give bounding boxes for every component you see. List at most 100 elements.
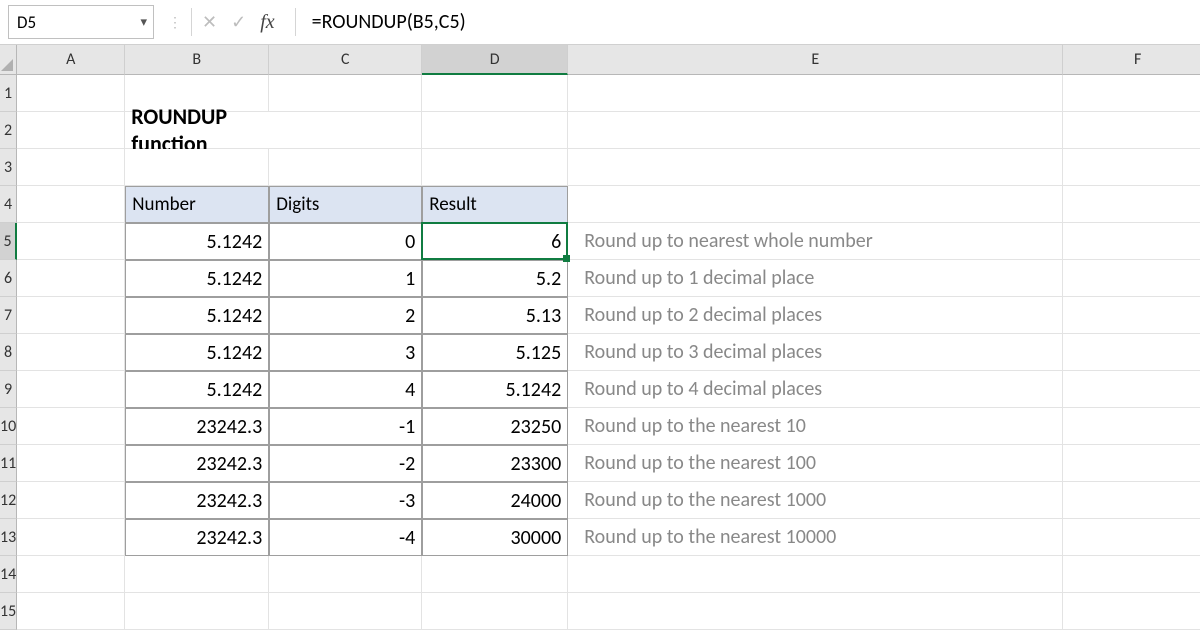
row-header[interactable]: 14 <box>0 556 17 593</box>
cell-result[interactable]: 5.1242 <box>422 371 568 408</box>
cell[interactable] <box>17 593 125 630</box>
cell[interactable] <box>1063 75 1200 112</box>
cell-digits[interactable]: -4 <box>269 519 422 556</box>
cell-result[interactable]: 5.125 <box>422 334 568 371</box>
cell[interactable] <box>17 223 125 260</box>
cell[interactable] <box>1063 593 1200 630</box>
row-header[interactable]: 1 <box>0 75 17 112</box>
row-header[interactable]: 4 <box>0 186 17 223</box>
cell[interactable] <box>17 482 125 519</box>
row-header[interactable]: 15 <box>0 593 17 630</box>
grid[interactable]: ROUNDUP function Number Digits Resu <box>17 75 1200 630</box>
cell-description[interactable]: Round up to 3 decimal places <box>568 334 1063 371</box>
column-header[interactable]: D <box>422 45 568 75</box>
cell[interactable] <box>17 297 125 334</box>
cell-number[interactable]: 5.1242 <box>125 334 269 371</box>
cell-number[interactable]: 23242.3 <box>125 519 269 556</box>
cell-result[interactable]: 30000 <box>422 519 568 556</box>
cell-digits[interactable]: 4 <box>269 371 422 408</box>
cell[interactable] <box>422 112 568 149</box>
cell-description[interactable]: Round up to nearest whole number <box>568 223 1063 260</box>
cell[interactable] <box>1063 334 1200 371</box>
row-header[interactable]: 11 <box>0 445 17 482</box>
cell[interactable] <box>269 593 422 630</box>
cell[interactable] <box>17 334 125 371</box>
column-header[interactable]: B <box>125 45 269 75</box>
cell[interactable] <box>125 556 269 593</box>
row-header[interactable]: 3 <box>0 149 17 186</box>
cell-digits[interactable]: 1 <box>269 260 422 297</box>
cell[interactable] <box>568 593 1063 630</box>
row-header[interactable]: 7 <box>0 297 17 334</box>
cell[interactable] <box>1063 556 1200 593</box>
cell[interactable] <box>17 556 125 593</box>
cell-description[interactable]: Round up to the nearest 100 <box>568 445 1063 482</box>
cell[interactable] <box>568 112 1063 149</box>
cell-digits[interactable]: -2 <box>269 445 422 482</box>
cell-result[interactable]: 6 <box>422 223 568 260</box>
column-header[interactable]: F <box>1063 45 1200 75</box>
cell[interactable] <box>422 149 568 186</box>
cell[interactable] <box>17 408 125 445</box>
cell-number[interactable]: 5.1242 <box>125 223 269 260</box>
cell-digits[interactable]: 3 <box>269 334 422 371</box>
cell[interactable] <box>1063 260 1200 297</box>
cell[interactable] <box>1063 112 1200 149</box>
cell[interactable] <box>1063 297 1200 334</box>
cell-result[interactable]: 23300 <box>422 445 568 482</box>
cell[interactable] <box>125 149 269 186</box>
cell-number[interactable]: 23242.3 <box>125 482 269 519</box>
cell[interactable] <box>17 519 125 556</box>
cell[interactable] <box>1063 371 1200 408</box>
cell-result[interactable]: 23250 <box>422 408 568 445</box>
cell-number[interactable]: 5.1242 <box>125 297 269 334</box>
cell[interactable] <box>17 260 125 297</box>
cell-description[interactable]: Round up to the nearest 10000 <box>568 519 1063 556</box>
cell[interactable] <box>422 75 568 112</box>
name-box[interactable]: D5 ▾ <box>8 5 154 39</box>
cell[interactable] <box>17 149 125 186</box>
table-header-digits[interactable]: Digits <box>269 186 422 223</box>
drag-handle-icon[interactable]: ⋮ <box>168 14 181 31</box>
chevron-down-icon[interactable]: ▾ <box>140 15 147 30</box>
cell[interactable] <box>269 149 422 186</box>
cell[interactable] <box>17 112 125 149</box>
row-header[interactable]: 12 <box>0 482 17 519</box>
cell-digits[interactable]: -1 <box>269 408 422 445</box>
cell[interactable] <box>1063 482 1200 519</box>
cell[interactable] <box>17 371 125 408</box>
cell[interactable] <box>269 112 422 149</box>
row-header[interactable]: 13 <box>0 519 17 556</box>
cell-description[interactable]: Round up to 4 decimal places <box>568 371 1063 408</box>
table-header-result[interactable]: Result <box>422 186 568 223</box>
cell[interactable] <box>422 593 568 630</box>
cell-result[interactable]: 5.13 <box>422 297 568 334</box>
cell[interactable] <box>269 75 422 112</box>
cell[interactable] <box>125 593 269 630</box>
cell-number[interactable]: 23242.3 <box>125 408 269 445</box>
cell[interactable] <box>568 149 1063 186</box>
row-header[interactable]: 8 <box>0 334 17 371</box>
column-header[interactable]: C <box>269 45 422 75</box>
column-header[interactable]: A <box>17 45 125 75</box>
cell-number[interactable]: 5.1242 <box>125 371 269 408</box>
row-header[interactable]: 6 <box>0 260 17 297</box>
cell-description[interactable]: Round up to 2 decimal places <box>568 297 1063 334</box>
cell[interactable] <box>1063 223 1200 260</box>
row-header[interactable]: 9 <box>0 371 17 408</box>
row-header[interactable]: 5 <box>0 223 17 260</box>
enter-icon[interactable]: ✓ <box>231 11 246 33</box>
cell[interactable] <box>422 556 568 593</box>
cell[interactable] <box>1063 519 1200 556</box>
cell-result[interactable]: 5.2 <box>422 260 568 297</box>
cell[interactable] <box>269 556 422 593</box>
cell-digits[interactable]: 2 <box>269 297 422 334</box>
cell-number[interactable]: 5.1242 <box>125 260 269 297</box>
row-header[interactable]: 2 <box>0 112 17 149</box>
formula-input[interactable] <box>306 6 1192 38</box>
cell-digits[interactable]: 0 <box>269 223 422 260</box>
cell-result[interactable]: 24000 <box>422 482 568 519</box>
select-all-corner[interactable] <box>0 45 17 75</box>
cell[interactable] <box>1063 408 1200 445</box>
cell-description[interactable]: Round up to 1 decimal place <box>568 260 1063 297</box>
